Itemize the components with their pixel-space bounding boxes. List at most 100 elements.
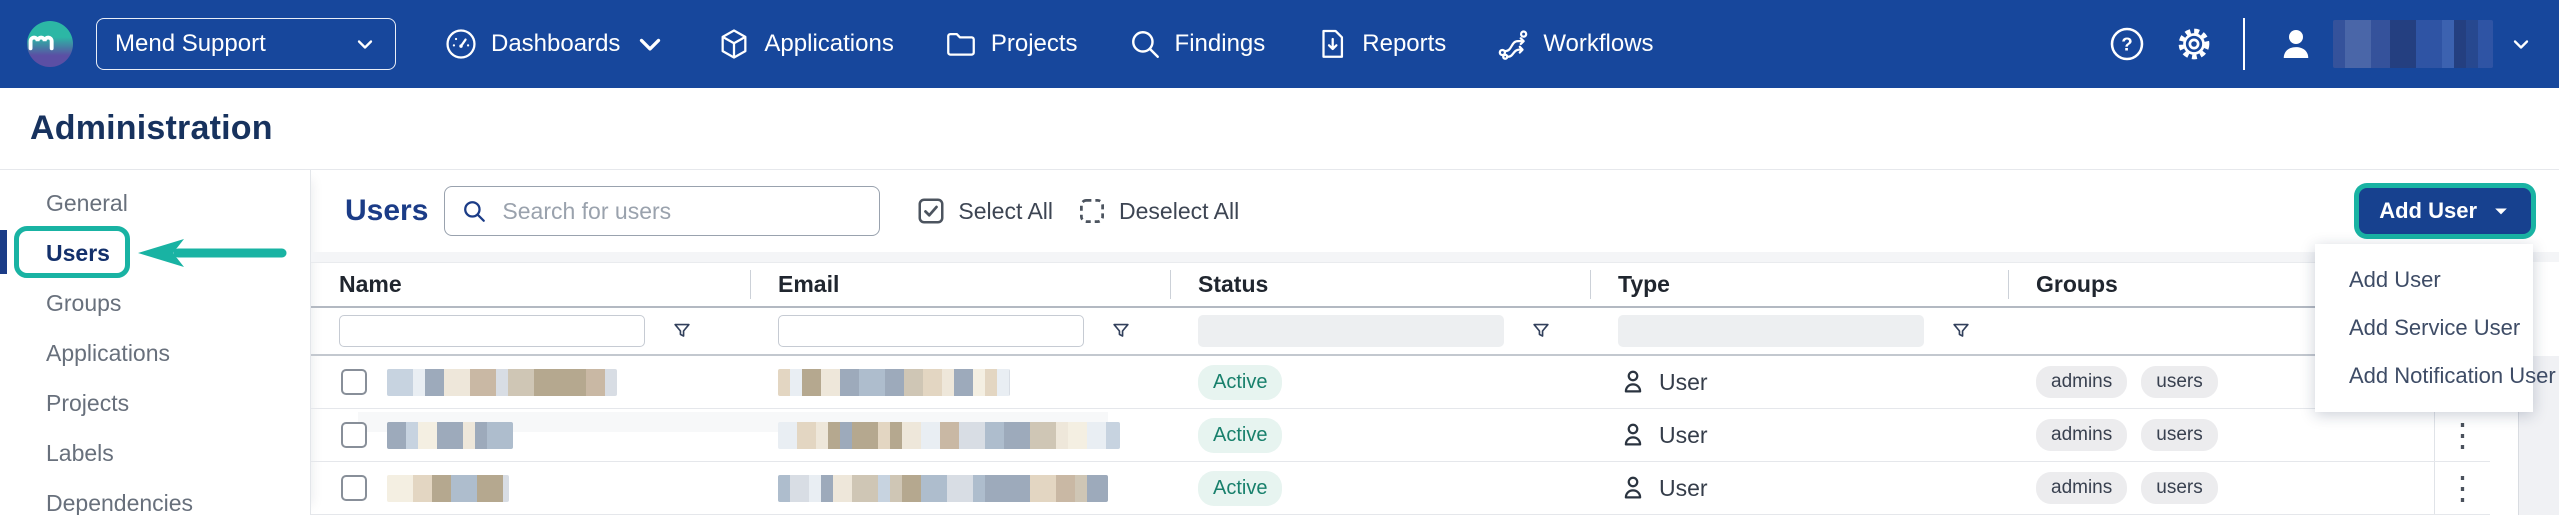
group-chip: admins (2036, 366, 2127, 398)
filter-cell-name (311, 315, 750, 347)
sidebar-item-labels[interactable]: Labels (0, 428, 310, 478)
table-filter-row (311, 308, 2490, 356)
nav-item-applications[interactable]: Applications (717, 27, 893, 61)
folder-icon (944, 27, 978, 61)
cube-icon (717, 27, 751, 61)
redacted-email (778, 369, 1010, 396)
users-panel: Users Select All Deselect All (311, 170, 2559, 515)
nav-label: Dashboards (491, 30, 620, 58)
filter-funnel-icon[interactable] (671, 320, 693, 342)
deselect-all-button[interactable]: Deselect All (1077, 196, 1239, 226)
gauge-icon (444, 27, 478, 61)
user-type-icon (1618, 367, 1648, 397)
type-label: User (1659, 475, 1708, 502)
checkbox-checked-icon (916, 196, 946, 226)
page-title: Administration (30, 109, 273, 148)
panel-title: Users (345, 194, 428, 228)
group-chip: admins (2036, 419, 2127, 451)
add-user-button[interactable]: Add User (2359, 188, 2531, 234)
add-user-button-label: Add User (2379, 198, 2477, 224)
add-user-dropdown-menu: Add User Add Service User Add Notificati… (2315, 244, 2533, 412)
column-header-name[interactable]: Name (311, 263, 750, 306)
select-all-label: Select All (958, 198, 1053, 225)
menu-item-add-notification-user[interactable]: Add Notification User (2315, 352, 2533, 400)
name-filter-input[interactable] (339, 315, 645, 347)
report-icon (1315, 27, 1349, 61)
row-actions-button[interactable]: ⋮ (2434, 462, 2490, 514)
sidebar-item-general[interactable]: General (0, 178, 310, 228)
admin-sidebar: General Users Groups Applications Projec… (0, 170, 311, 515)
svg-text:?: ? (2121, 33, 2132, 54)
navbar-divider (2243, 18, 2245, 70)
search-input[interactable] (502, 198, 863, 225)
users-table-zone: Name Email Status Type Groups (311, 262, 2559, 515)
user-type-icon (1618, 420, 1648, 450)
cell-groups: admins users (2008, 472, 2434, 504)
menu-item-add-service-user[interactable]: Add Service User (2315, 304, 2533, 352)
cell-email (750, 369, 1170, 396)
table-row: Active User admins users ⋮ (311, 409, 2490, 462)
cell-type: User (1590, 473, 2008, 503)
add-user-control: Add User Add User Add Service User Add N… (2359, 188, 2531, 234)
column-header-status[interactable]: Status (1170, 263, 1590, 306)
email-filter-input[interactable] (778, 315, 1084, 347)
row-checkbox[interactable] (341, 475, 367, 501)
nav-item-reports[interactable]: Reports (1315, 27, 1446, 61)
nav-item-workflows[interactable]: Workflows (1496, 27, 1653, 61)
cell-name (311, 475, 750, 502)
help-icon[interactable]: ? (2109, 26, 2145, 62)
user-menu[interactable] (2275, 20, 2533, 68)
sidebar-item-projects[interactable]: Projects (0, 378, 310, 428)
row-actions-button[interactable]: ⋮ (2434, 409, 2490, 461)
cell-status: Active (1170, 418, 1590, 453)
row-checkbox[interactable] (341, 422, 367, 448)
redacted-name (387, 422, 513, 449)
organization-selector[interactable]: Mend Support (96, 18, 396, 70)
group-chip: admins (2036, 472, 2127, 504)
type-label: User (1659, 369, 1708, 396)
menu-item-add-user[interactable]: Add User (2315, 256, 2533, 304)
table-header-row: Name Email Status Type Groups (311, 262, 2490, 308)
status-badge: Active (1198, 365, 1282, 400)
nav-label: Applications (764, 30, 893, 58)
gear-icon[interactable] (2175, 25, 2213, 63)
cell-status: Active (1170, 365, 1590, 400)
sidebar-item-label: General (46, 190, 128, 217)
cell-name (311, 369, 750, 396)
nav-item-projects[interactable]: Projects (944, 27, 1078, 61)
select-all-button[interactable]: Select All (916, 196, 1053, 226)
column-header-type[interactable]: Type (1590, 263, 2008, 306)
group-chip: users (2141, 366, 2217, 398)
sidebar-item-applications[interactable]: Applications (0, 328, 310, 378)
row-checkbox[interactable] (341, 369, 367, 395)
nav-item-dashboards[interactable]: Dashboards (444, 27, 667, 61)
chevron-down-icon (2509, 32, 2533, 56)
mend-logo-icon[interactable] (26, 20, 74, 68)
filter-funnel-icon[interactable] (1950, 320, 1972, 342)
filter-funnel-icon[interactable] (1110, 320, 1132, 342)
group-chip: users (2141, 472, 2217, 504)
sidebar-item-label: Labels (46, 440, 114, 467)
search-icon (461, 198, 487, 224)
table-top-band (311, 252, 2559, 262)
kebab-icon: ⋮ (2447, 419, 2479, 451)
nav-item-findings[interactable]: Findings (1128, 27, 1266, 61)
sidebar-item-label: Applications (46, 340, 170, 367)
cell-status: Active (1170, 471, 1590, 506)
sidebar-item-label: Dependencies (46, 490, 193, 515)
sidebar-item-users[interactable]: Users (0, 228, 310, 278)
sidebar-item-label: Users (46, 240, 110, 267)
users-table: Name Email Status Type Groups (311, 262, 2490, 515)
nav-label: Findings (1175, 30, 1266, 58)
status-filter-input (1198, 315, 1504, 347)
sidebar-item-groups[interactable]: Groups (0, 278, 310, 328)
nav-label: Workflows (1543, 30, 1653, 58)
filter-funnel-icon[interactable] (1530, 320, 1552, 342)
type-filter-input (1618, 315, 1924, 347)
column-header-email[interactable]: Email (750, 263, 1170, 306)
cell-type: User (1590, 367, 2008, 397)
sidebar-item-label: Groups (46, 290, 121, 317)
redacted-name (387, 369, 617, 396)
filter-cell-email (750, 315, 1170, 347)
sidebar-item-dependencies[interactable]: Dependencies (0, 478, 310, 515)
